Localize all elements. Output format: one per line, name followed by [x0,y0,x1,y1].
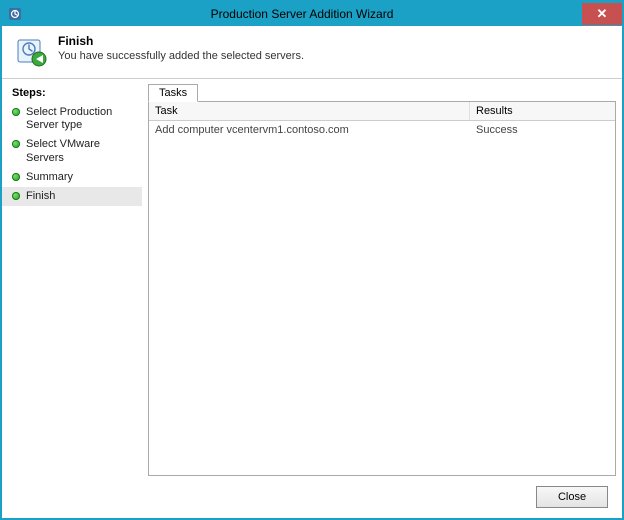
close-button-footer[interactable]: Close [536,486,608,508]
tabs: Tasks [148,83,616,101]
step-complete-icon [12,173,20,181]
step-select-vmware-servers[interactable]: Select VMware Servers [2,135,142,167]
wizard-header: Finish You have successfully added the s… [2,26,622,78]
page-subtitle: You have successfully added the selected… [58,50,304,62]
wizard-window: Production Server Addition Wizard ✕ Fini… [0,0,624,520]
main-panel: Tasks Task Results Add computer vcenterv… [142,79,622,476]
table-row: Add computer vcentervm1.contoso.com Succ… [149,121,615,139]
titlebar: Production Server Addition Wizard ✕ [2,2,622,26]
task-cell: Add computer vcentervm1.contoso.com [149,121,470,139]
close-button[interactable]: ✕ [582,3,622,25]
column-header-results[interactable]: Results [470,102,615,120]
step-complete-icon [12,108,20,116]
step-complete-icon [12,192,20,200]
window-title: Production Server Addition Wizard [22,7,582,21]
tasks-table: Task Results Add computer vcentervm1.con… [148,101,616,476]
finish-icon [16,36,48,68]
page-title: Finish [58,34,304,48]
step-finish[interactable]: Finish [2,187,142,206]
steps-heading: Steps: [2,85,142,103]
step-label: Select Production Server type [26,106,136,132]
step-complete-icon [12,140,20,148]
step-label: Summary [26,171,136,184]
wizard-body: Steps: Select Production Server type Sel… [2,78,622,476]
step-select-production-server-type[interactable]: Select Production Server type [2,103,142,135]
close-icon: ✕ [597,6,608,22]
table-header: Task Results [149,102,615,121]
steps-panel: Steps: Select Production Server type Sel… [2,79,142,476]
step-label: Finish [26,190,136,203]
column-header-task[interactable]: Task [149,102,470,120]
wizard-footer: Close [2,476,622,518]
tab-tasks[interactable]: Tasks [148,84,198,102]
results-cell: Success [470,121,615,139]
header-text-block: Finish You have successfully added the s… [58,34,304,62]
step-label: Select VMware Servers [26,138,136,164]
step-summary[interactable]: Summary [2,168,142,187]
app-icon [8,7,22,21]
